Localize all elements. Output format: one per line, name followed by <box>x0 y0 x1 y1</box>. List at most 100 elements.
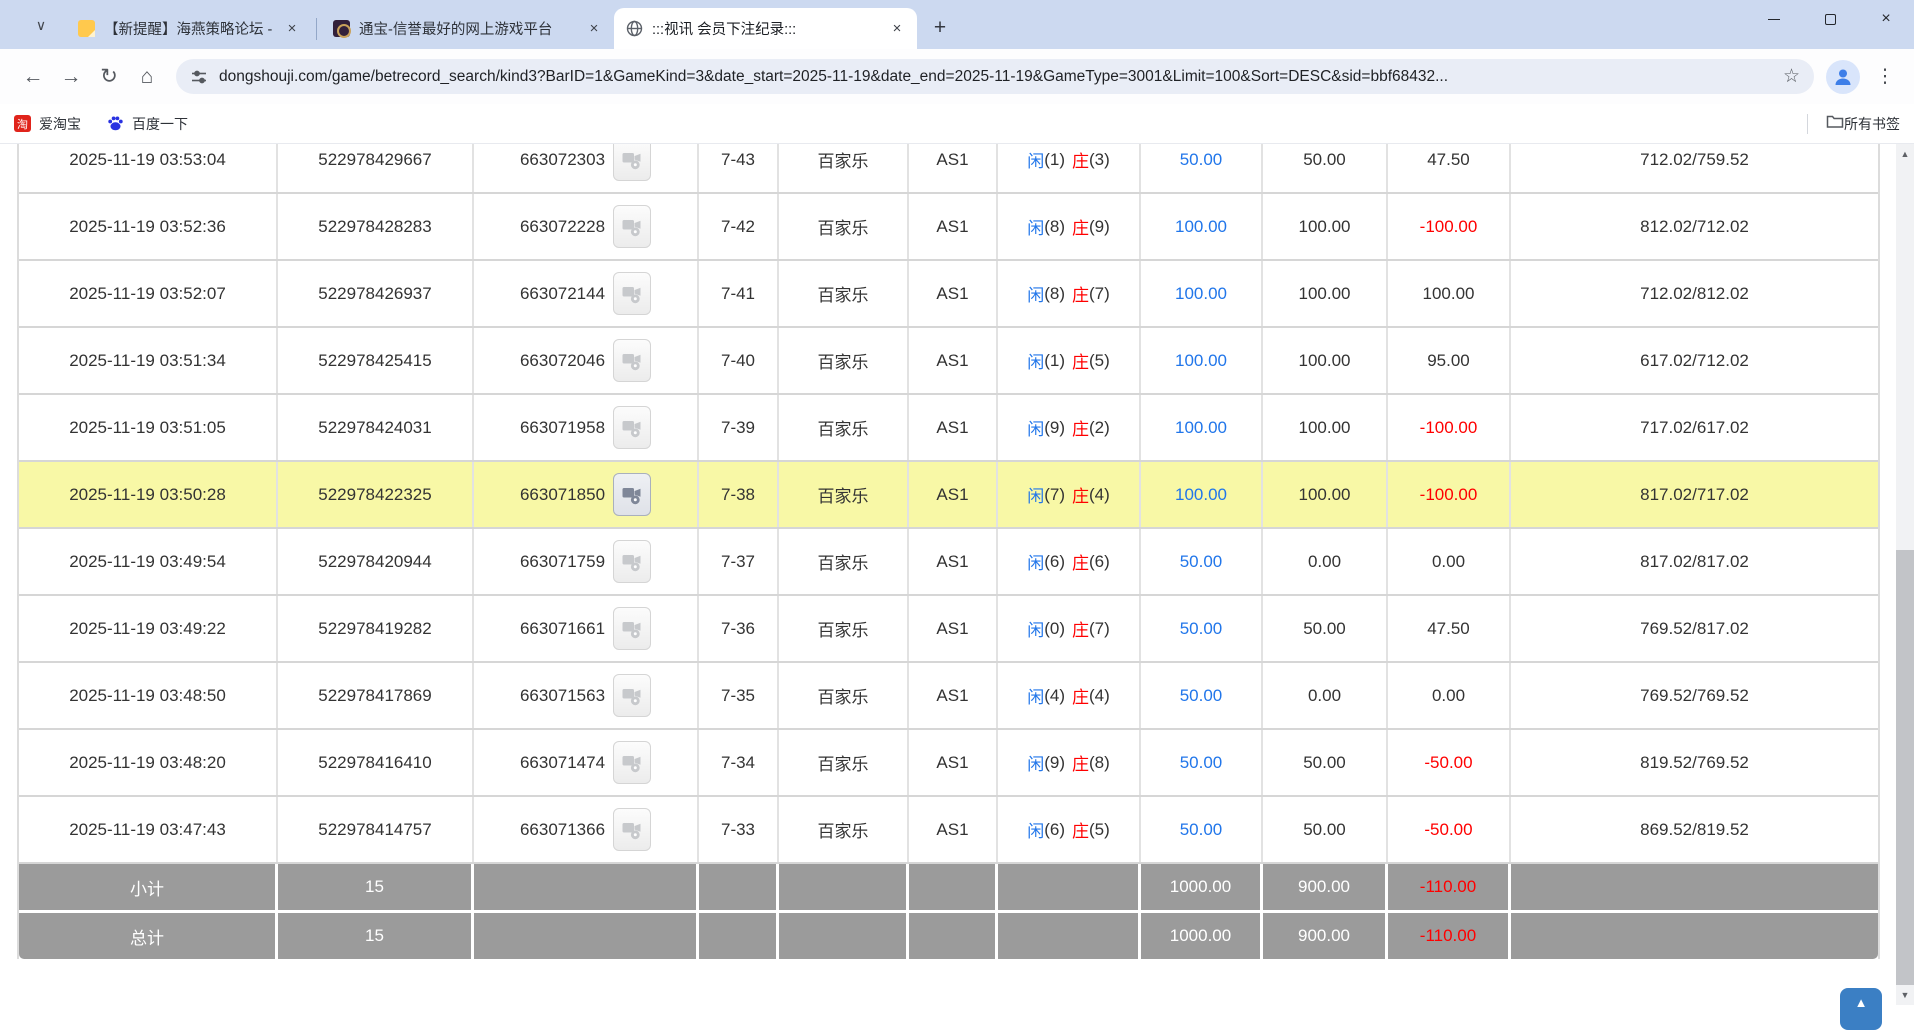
game-name-cell: 百家乐 <box>779 194 909 259</box>
bet-id-cell: 522978429667 <box>278 144 474 192</box>
bet-content-cell: 闲(8)庄(7) <box>998 261 1141 326</box>
player-count: (9) <box>1044 418 1065 438</box>
video-replay-button[interactable] <box>613 144 651 181</box>
bet-amount-link[interactable]: 100.00 <box>1141 328 1263 393</box>
globe-icon <box>626 20 643 37</box>
table-row[interactable]: 2025-11-19 03:47:43522978414757663071366… <box>19 797 1878 864</box>
player-label: 闲 <box>1027 817 1044 842</box>
banker-label: 庄 <box>1072 415 1089 440</box>
page-scrollbar[interactable]: ▲ ▼ <box>1896 144 1914 1005</box>
video-replay-button[interactable] <box>613 808 651 851</box>
bet-amount-link[interactable]: 50.00 <box>1141 529 1263 594</box>
back-button[interactable]: ← <box>14 58 52 96</box>
round-number: 663071850 <box>520 485 605 505</box>
subtotal-empty-cell <box>1511 864 1878 910</box>
bet-amount-link[interactable]: 100.00 <box>1141 462 1263 527</box>
video-replay-button[interactable] <box>613 406 651 449</box>
bet-amount-link[interactable]: 50.00 <box>1141 663 1263 728</box>
table-number-cell: 7-35 <box>699 663 779 728</box>
tab-close-icon[interactable]: × <box>887 19 907 39</box>
up-arrow-icon: ▲ <box>1855 995 1868 1010</box>
site-info-icon[interactable] <box>190 68 208 86</box>
round-number: 663071563 <box>520 686 605 706</box>
win-loss-cell: 0.00 <box>1388 663 1511 728</box>
video-replay-button[interactable] <box>613 607 651 650</box>
tab-tongbao[interactable]: 通宝-信誉最好的网上游戏平台 × <box>321 8 614 49</box>
back-to-top-button[interactable]: ▲ <box>1840 988 1882 1030</box>
forward-button[interactable]: → <box>52 58 90 96</box>
table-row[interactable]: 2025-11-19 03:51:05522978424031663071958… <box>19 395 1878 462</box>
tab-bet-records-active[interactable]: :::视讯 会员下注纪录::: × <box>614 8 917 49</box>
valid-amount-cell: 50.00 <box>1263 797 1388 862</box>
table-row[interactable]: 2025-11-19 03:53:04522978429667663072303… <box>19 144 1878 194</box>
table-row[interactable]: 2025-11-19 03:51:34522978425415663072046… <box>19 328 1878 395</box>
bet-table-body: 2025-11-19 03:53:04522978429667663072303… <box>19 144 1878 864</box>
url-text[interactable]: dongshouji.com/game/betrecord_search/kin… <box>219 68 1773 86</box>
scroll-up-arrow[interactable]: ▲ <box>1896 146 1914 162</box>
account-cell: AS1 <box>909 529 998 594</box>
bookmark-taobao[interactable]: 淘 爱淘宝 <box>14 114 81 134</box>
video-replay-button[interactable] <box>613 741 651 784</box>
video-replay-button[interactable] <box>613 473 651 516</box>
scrollbar-thumb[interactable] <box>1896 550 1914 985</box>
reload-button[interactable]: ↻ <box>90 58 128 96</box>
round-cell: 663071958 <box>474 395 699 460</box>
address-bar[interactable]: dongshouji.com/game/betrecord_search/kin… <box>176 59 1814 94</box>
bet-amount-link[interactable]: 50.00 <box>1141 797 1263 862</box>
bet-amount-link[interactable]: 100.00 <box>1141 395 1263 460</box>
new-tab-button[interactable]: + <box>925 13 955 43</box>
all-bookmarks[interactable]: 所有书签 <box>1807 113 1900 134</box>
baidu-paw-icon <box>107 115 124 132</box>
home-button[interactable]: ⌂ <box>128 58 166 96</box>
video-replay-button[interactable] <box>613 339 651 382</box>
bet-amount-link[interactable]: 50.00 <box>1141 730 1263 795</box>
bet-amount-link[interactable]: 50.00 <box>1141 144 1263 192</box>
scroll-down-arrow[interactable]: ▼ <box>1896 987 1914 1003</box>
player-count: (7) <box>1044 485 1065 505</box>
maximize-icon <box>1825 14 1836 25</box>
video-replay-button[interactable] <box>613 272 651 315</box>
valid-amount-cell: 100.00 <box>1263 194 1388 259</box>
round-number: 663071661 <box>520 619 605 639</box>
time-cell: 2025-11-19 03:49:22 <box>19 596 278 661</box>
browser-menu-button[interactable]: ⋮ <box>1870 60 1900 94</box>
banker-label: 庄 <box>1072 214 1089 239</box>
table-row[interactable]: 2025-11-19 03:50:28522978422325663071850… <box>19 462 1878 529</box>
win-loss-cell: -100.00 <box>1388 462 1511 527</box>
table-row[interactable]: 2025-11-19 03:52:07522978426937663072144… <box>19 261 1878 328</box>
video-replay-button[interactable] <box>613 540 651 583</box>
window-controls: × <box>1746 0 1914 38</box>
tab-forum[interactable]: 【新提醒】海燕策略论坛 - 综合 × <box>66 8 312 49</box>
tab-close-icon[interactable]: × <box>584 19 604 39</box>
tab-close-icon[interactable]: × <box>282 19 302 39</box>
banker-count: (6) <box>1089 552 1110 572</box>
bet-amount-link[interactable]: 100.00 <box>1141 194 1263 259</box>
bet-amount-link[interactable]: 100.00 <box>1141 261 1263 326</box>
forum-favicon <box>78 20 95 37</box>
video-replay-button[interactable] <box>613 205 651 248</box>
player-count: (4) <box>1044 686 1065 706</box>
bet-content-cell: 闲(4)庄(4) <box>998 663 1141 728</box>
table-row[interactable]: 2025-11-19 03:49:54522978420944663071759… <box>19 529 1878 596</box>
tab-separator <box>316 18 317 40</box>
video-replay-button[interactable] <box>613 674 651 717</box>
table-row[interactable]: 2025-11-19 03:49:22522978419282663071661… <box>19 596 1878 663</box>
bookmark-baidu[interactable]: 百度一下 <box>107 114 188 134</box>
minimize-button[interactable] <box>1746 0 1802 38</box>
table-row[interactable]: 2025-11-19 03:48:50522978417869663071563… <box>19 663 1878 730</box>
table-row[interactable]: 2025-11-19 03:52:36522978428283663072228… <box>19 194 1878 261</box>
time-cell: 2025-11-19 03:52:07 <box>19 261 278 326</box>
maximize-button[interactable] <box>1802 0 1858 38</box>
close-window-button[interactable]: × <box>1858 0 1914 38</box>
banker-label: 庄 <box>1072 683 1089 708</box>
bookmarks-divider <box>1807 114 1808 134</box>
bet-content-cell: 闲(6)庄(6) <box>998 529 1141 594</box>
tab-search-button[interactable]: ∨ <box>26 10 56 40</box>
player-label: 闲 <box>1027 616 1044 641</box>
profile-avatar[interactable] <box>1826 60 1860 94</box>
balance-cell: 769.52/769.52 <box>1511 663 1878 728</box>
bet-amount-link[interactable]: 50.00 <box>1141 596 1263 661</box>
bookmark-star-icon[interactable]: ☆ <box>1783 65 1800 88</box>
table-row[interactable]: 2025-11-19 03:48:20522978416410663071474… <box>19 730 1878 797</box>
round-cell: 663071661 <box>474 596 699 661</box>
